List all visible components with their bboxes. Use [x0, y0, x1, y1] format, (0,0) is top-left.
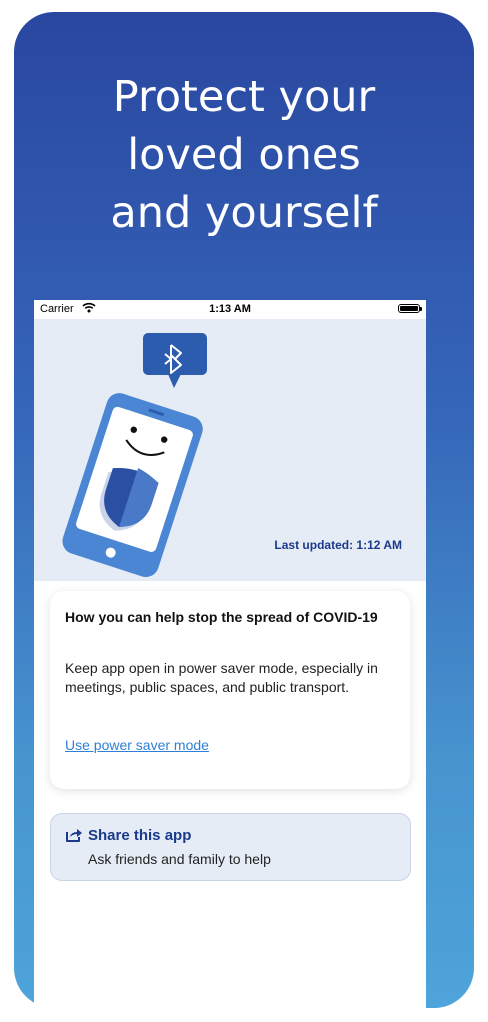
card-body: Keep app open in power saver mode, espec…: [65, 660, 378, 695]
phone-screen: Carrier 1:13 AM Last updated: 1:12 AM Ho…: [34, 300, 426, 1010]
share-app-button[interactable]: Share this app Ask friends and family to…: [50, 813, 411, 881]
power-saver-link[interactable]: Use power saver mode: [65, 737, 209, 753]
headline-line-1: Protect your: [112, 72, 376, 122]
card-title: How you can help stop the spread of COVI…: [65, 609, 378, 625]
share-icon: [65, 827, 83, 848]
status-bar: Carrier 1:13 AM: [34, 300, 426, 319]
headline-line-3: and yourself: [110, 188, 378, 238]
last-updated-label: Last updated: 1:12 AM: [274, 538, 402, 552]
share-subtitle: Ask friends and family to help: [88, 851, 271, 867]
hero-banner: Last updated: 1:12 AM: [34, 319, 426, 581]
share-title: Share this app: [88, 827, 192, 844]
battery-icon: [398, 304, 422, 313]
headline: Protect your loved ones and yourself: [14, 68, 474, 242]
clock: 1:13 AM: [209, 303, 251, 315]
info-card: How you can help stop the spread of COVI…: [50, 591, 410, 789]
bluetooth-icon: [143, 333, 207, 388]
phone-illustration: [62, 393, 203, 578]
headline-line-2: loved ones: [127, 130, 361, 180]
